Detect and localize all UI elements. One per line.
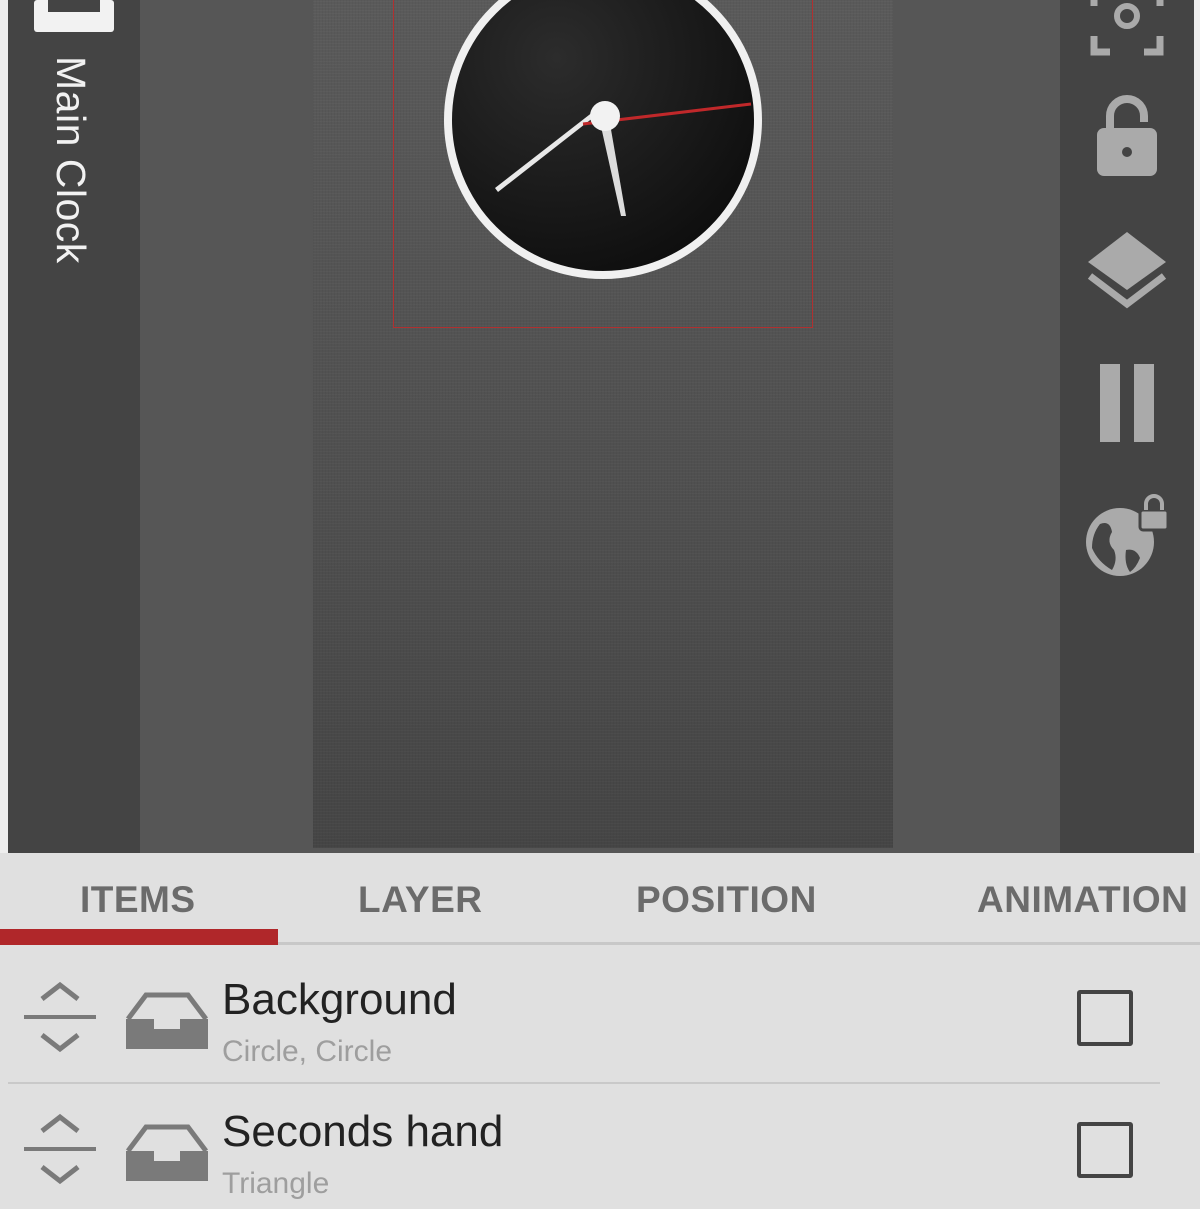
tab-position[interactable]: POSITION [636,879,817,921]
inbox-icon [126,1124,208,1181]
layers-icon[interactable] [1082,226,1172,316]
right-toolbar [1060,0,1194,853]
item-checkbox[interactable] [1077,990,1133,1046]
left-toolbar: Main Clock [8,0,140,853]
editor-area: Main Clock [0,0,1200,853]
tab-items[interactable]: ITEMS [80,879,196,921]
tab-layer[interactable]: LAYER [358,879,483,921]
item-subtitle: Triangle [222,1167,330,1200]
preview-canvas[interactable] [313,0,893,848]
items-list: Background Circle, Circle Seconds hand T… [0,945,1200,1200]
komponent-title[interactable]: Main Clock [44,56,98,264]
pause-icon[interactable] [1082,358,1172,448]
clock-face [444,0,762,279]
list-item[interactable]: Seconds hand Triangle [0,1077,1200,1209]
item-name: Background [222,975,457,1024]
inbox-icon [126,992,208,1049]
clock-center-cap [590,101,620,131]
reorder-handle-icon[interactable] [22,1113,98,1185]
tab-animation[interactable]: ANIMATION [977,879,1188,921]
globe-lock-icon[interactable] [1082,494,1172,584]
reorder-handle-icon[interactable] [22,981,98,1053]
focus-frame-icon[interactable] [1082,0,1172,66]
inbox-icon[interactable] [34,0,114,32]
editor-viewport: Main Clock [8,0,1194,853]
clock-preview[interactable] [443,0,763,280]
unlock-icon[interactable] [1082,92,1172,182]
item-name: Seconds hand [222,1107,504,1156]
list-item[interactable]: Background Circle, Circle [0,945,1200,1084]
item-checkbox[interactable] [1077,1122,1133,1178]
tab-selected-indicator [0,929,278,945]
item-subtitle: Circle, Circle [222,1035,393,1068]
